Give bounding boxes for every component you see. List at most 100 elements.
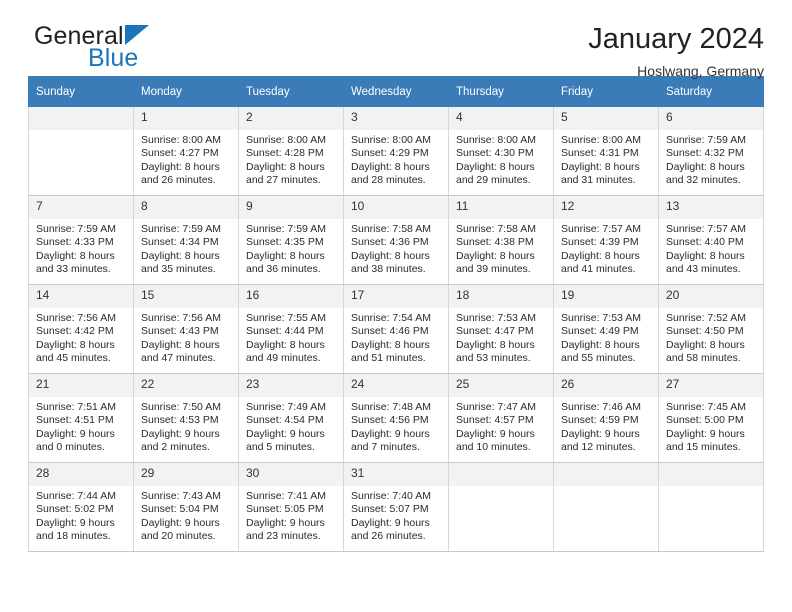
day-number: 13 [659, 196, 763, 219]
day-number: 23 [239, 374, 343, 397]
day-details: Sunrise: 8:00 AM Sunset: 4:29 PM Daylight:… [344, 130, 448, 187]
calendar-day-cell[interactable]: 20 Sunrise: 7:52 AM Sunset: 4:50 PM Dayligh… [658, 284, 764, 374]
daylight-text-line1: Daylight: 9 hours [141, 516, 220, 529]
sunset-text: Sunset: 4:33 PM [36, 236, 114, 249]
calendar-day-cell[interactable]: 19 Sunrise: 7:53 AM Sunset: 4:49 PM Dayligh… [553, 284, 659, 374]
day-number: 1 [134, 107, 238, 130]
daylight-text-line1: Daylight: 9 hours [141, 427, 220, 440]
calendar-page: General Blue January 2024 Hoslwang, Germ… [0, 0, 792, 612]
daylight-text-line2: and 32 minutes. [666, 173, 741, 186]
sunrise-text: Sunrise: 8:00 AM [351, 134, 431, 146]
day-number: 16 [239, 285, 343, 308]
calendar-day-cell[interactable]: 25 Sunrise: 7:47 AM Sunset: 4:57 PM Dayligh… [448, 373, 554, 463]
day-details: Sunrise: 7:59 AM Sunset: 4:33 PM Daylight:… [29, 219, 133, 276]
sunrise-text: Sunrise: 8:00 AM [561, 134, 641, 146]
daylight-text-line2: and 31 minutes. [561, 173, 636, 186]
day-details: Sunrise: 7:45 AM Sunset: 5:00 PM Daylight:… [659, 397, 763, 454]
day-number: 10 [344, 196, 448, 219]
daylight-text-line2: and 15 minutes. [666, 440, 741, 453]
daylight-text-line1: Daylight: 8 hours [561, 160, 640, 173]
calendar-day-cell[interactable]: 8 Sunrise: 7:59 AM Sunset: 4:34 PM Daylight… [133, 195, 239, 285]
calendar-day-cell[interactable]: 31 Sunrise: 7:40 AM Sunset: 5:07 PM Dayligh… [343, 462, 449, 552]
day-number: 19 [554, 285, 658, 308]
day-number [449, 463, 553, 486]
calendar-day-cell[interactable]: 5 Sunrise: 8:00 AM Sunset: 4:31 PM Daylight… [553, 106, 659, 196]
daylight-text-line1: Daylight: 8 hours [141, 160, 220, 173]
calendar-day-cell[interactable]: 9 Sunrise: 7:59 AM Sunset: 4:35 PM Daylight… [238, 195, 344, 285]
calendar-day-cell[interactable]: 4 Sunrise: 8:00 AM Sunset: 4:30 PM Daylight… [448, 106, 554, 196]
daylight-text-line2: and 41 minutes. [561, 262, 636, 275]
page-header: General Blue January 2024 Hoslwang, Germ… [28, 0, 764, 79]
calendar-day-cell[interactable]: 15 Sunrise: 7:56 AM Sunset: 4:43 PM Dayligh… [133, 284, 239, 374]
calendar-day-cell[interactable]: 11 Sunrise: 7:58 AM Sunset: 4:38 PM Dayligh… [448, 195, 554, 285]
calendar-week-row: 28 Sunrise: 7:44 AM Sunset: 5:02 PM Dayligh… [28, 462, 764, 552]
calendar-day-cell[interactable]: 22 Sunrise: 7:50 AM Sunset: 4:53 PM Dayligh… [133, 373, 239, 463]
day-number: 27 [659, 374, 763, 397]
sunrise-sunset-calendar: Sunday Monday Tuesday Wednesday Thursday… [28, 76, 764, 552]
logo-text-blue: Blue [88, 44, 139, 72]
day-number: 12 [554, 196, 658, 219]
sunset-text: Sunset: 4:28 PM [246, 147, 324, 160]
day-number: 15 [134, 285, 238, 308]
day-details: Sunrise: 8:00 AM Sunset: 4:30 PM Daylight:… [449, 130, 553, 187]
day-number: 11 [449, 196, 553, 219]
daylight-text-line2: and 36 minutes. [246, 262, 321, 275]
sunrise-text: Sunrise: 7:55 AM [246, 312, 326, 324]
sunset-text: Sunset: 4:39 PM [561, 236, 639, 249]
calendar-day-cell[interactable]: 6 Sunrise: 7:59 AM Sunset: 4:32 PM Daylight… [658, 106, 764, 196]
day-details: Sunrise: 7:52 AM Sunset: 4:50 PM Daylight:… [659, 308, 763, 365]
calendar-day-cell[interactable]: 29 Sunrise: 7:43 AM Sunset: 5:04 PM Dayligh… [133, 462, 239, 552]
sunrise-text: Sunrise: 8:00 AM [246, 134, 326, 146]
sunset-text: Sunset: 4:44 PM [246, 325, 324, 338]
calendar-day-cell[interactable]: 3 Sunrise: 8:00 AM Sunset: 4:29 PM Daylight… [343, 106, 449, 196]
day-details: Sunrise: 8:00 AM Sunset: 4:28 PM Daylight:… [239, 130, 343, 187]
day-details: Sunrise: 7:49 AM Sunset: 4:54 PM Daylight:… [239, 397, 343, 454]
day-number: 7 [29, 196, 133, 219]
sunrise-text: Sunrise: 7:44 AM [36, 490, 116, 502]
calendar-cell-empty [658, 462, 764, 552]
day-details: Sunrise: 7:58 AM Sunset: 4:36 PM Daylight:… [344, 219, 448, 276]
calendar-day-cell[interactable]: 18 Sunrise: 7:53 AM Sunset: 4:47 PM Dayligh… [448, 284, 554, 374]
page-title: January 2024 [588, 23, 764, 55]
calendar-day-cell[interactable]: 17 Sunrise: 7:54 AM Sunset: 4:46 PM Dayligh… [343, 284, 449, 374]
calendar-day-cell[interactable]: 13 Sunrise: 7:57 AM Sunset: 4:40 PM Dayligh… [658, 195, 764, 285]
general-blue-logo[interactable]: General Blue [28, 22, 208, 76]
calendar-day-cell[interactable]: 24 Sunrise: 7:48 AM Sunset: 4:56 PM Dayligh… [343, 373, 449, 463]
daylight-text-line1: Daylight: 8 hours [246, 338, 325, 351]
day-details: Sunrise: 7:59 AM Sunset: 4:35 PM Daylight:… [239, 219, 343, 276]
daylight-text-line1: Daylight: 8 hours [36, 338, 115, 351]
sunset-text: Sunset: 4:38 PM [456, 236, 534, 249]
sunrise-text: Sunrise: 7:58 AM [456, 223, 536, 235]
weekday-header-thursday: Thursday [448, 76, 554, 107]
calendar-day-cell[interactable]: 27 Sunrise: 7:45 AM Sunset: 5:00 PM Dayligh… [658, 373, 764, 463]
daylight-text-line1: Daylight: 8 hours [456, 249, 535, 262]
calendar-day-cell[interactable]: 14 Sunrise: 7:56 AM Sunset: 4:42 PM Dayligh… [28, 284, 134, 374]
daylight-text-line1: Daylight: 9 hours [351, 427, 430, 440]
sunrise-text: Sunrise: 7:59 AM [36, 223, 116, 235]
daylight-text-line2: and 29 minutes. [456, 173, 531, 186]
calendar-day-cell[interactable]: 21 Sunrise: 7:51 AM Sunset: 4:51 PM Dayligh… [28, 373, 134, 463]
calendar-day-cell[interactable]: 28 Sunrise: 7:44 AM Sunset: 5:02 PM Dayligh… [28, 462, 134, 552]
sunrise-text: Sunrise: 7:49 AM [246, 401, 326, 413]
calendar-day-cell[interactable]: 10 Sunrise: 7:58 AM Sunset: 4:36 PM Dayligh… [343, 195, 449, 285]
calendar-day-cell[interactable]: 2 Sunrise: 8:00 AM Sunset: 4:28 PM Daylight… [238, 106, 344, 196]
logo-triangle-icon [125, 25, 149, 45]
sunrise-text: Sunrise: 7:53 AM [561, 312, 641, 324]
calendar-day-cell[interactable]: 12 Sunrise: 7:57 AM Sunset: 4:39 PM Dayligh… [553, 195, 659, 285]
sunset-text: Sunset: 4:36 PM [351, 236, 429, 249]
sunset-text: Sunset: 4:54 PM [246, 414, 324, 427]
calendar-day-cell[interactable]: 23 Sunrise: 7:49 AM Sunset: 4:54 PM Dayligh… [238, 373, 344, 463]
calendar-day-cell[interactable]: 7 Sunrise: 7:59 AM Sunset: 4:33 PM Daylight… [28, 195, 134, 285]
calendar-day-cell[interactable]: 30 Sunrise: 7:41 AM Sunset: 5:05 PM Dayligh… [238, 462, 344, 552]
calendar-day-cell[interactable]: 16 Sunrise: 7:55 AM Sunset: 4:44 PM Dayligh… [238, 284, 344, 374]
sunrise-text: Sunrise: 7:52 AM [666, 312, 746, 324]
sunset-text: Sunset: 4:32 PM [666, 147, 744, 160]
daylight-text-line1: Daylight: 8 hours [351, 338, 430, 351]
sunrise-text: Sunrise: 7:56 AM [36, 312, 116, 324]
calendar-day-cell[interactable]: 1 Sunrise: 8:00 AM Sunset: 4:27 PM Daylight… [133, 106, 239, 196]
calendar-day-cell[interactable]: 26 Sunrise: 7:46 AM Sunset: 4:59 PM Dayligh… [553, 373, 659, 463]
day-details: Sunrise: 7:59 AM Sunset: 4:32 PM Daylight:… [659, 130, 763, 187]
calendar-week-row: 14 Sunrise: 7:56 AM Sunset: 4:42 PM Dayligh… [28, 284, 764, 374]
daylight-text-line1: Daylight: 8 hours [246, 160, 325, 173]
daylight-text-line1: Daylight: 8 hours [141, 249, 220, 262]
